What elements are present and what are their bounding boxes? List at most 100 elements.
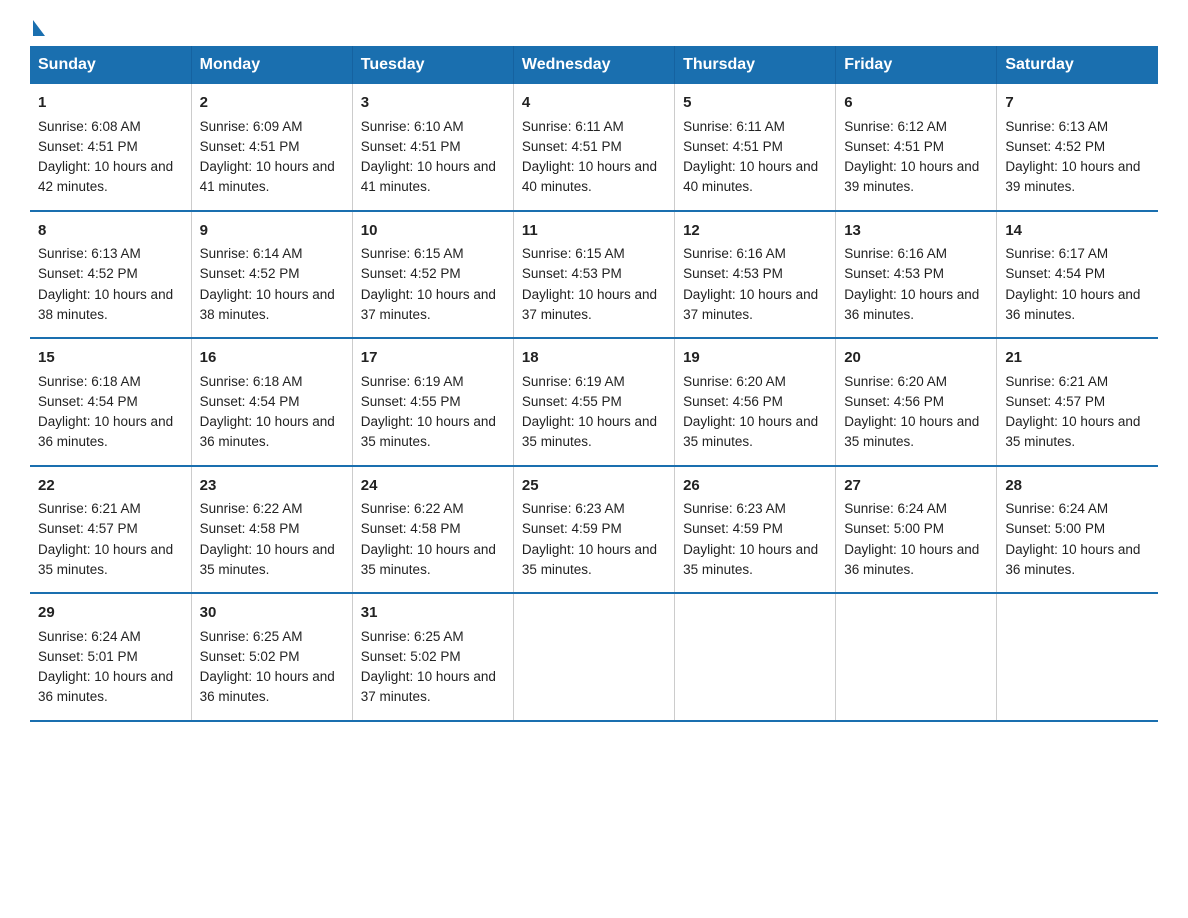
week-row-3: 15Sunrise: 6:18 AMSunset: 4:54 PMDayligh… [30,338,1158,466]
daylight-label: Daylight: 10 hours and 36 minutes. [1005,287,1140,322]
sunset-label: Sunset: 4:57 PM [38,521,138,536]
sunrise-label: Sunrise: 6:09 AM [200,119,303,134]
sunset-label: Sunset: 5:02 PM [200,649,300,664]
day-cell-19: 19Sunrise: 6:20 AMSunset: 4:56 PMDayligh… [675,338,836,466]
header-day-friday: Friday [836,46,997,84]
day-number: 26 [683,475,827,498]
sunrise-label: Sunrise: 6:24 AM [38,629,141,644]
sunrise-label: Sunrise: 6:19 AM [361,374,464,389]
sunrise-label: Sunrise: 6:24 AM [1005,501,1108,516]
day-cell-15: 15Sunrise: 6:18 AMSunset: 4:54 PMDayligh… [30,338,191,466]
daylight-label: Daylight: 10 hours and 38 minutes. [200,287,335,322]
day-number: 14 [1005,220,1150,243]
daylight-label: Daylight: 10 hours and 41 minutes. [361,159,496,194]
sunrise-label: Sunrise: 6:08 AM [38,119,141,134]
day-cell-7: 7Sunrise: 6:13 AMSunset: 4:52 PMDaylight… [997,84,1158,211]
sunrise-label: Sunrise: 6:17 AM [1005,246,1108,261]
sunrise-label: Sunrise: 6:21 AM [38,501,141,516]
sunset-label: Sunset: 4:59 PM [522,521,622,536]
day-number: 19 [683,347,827,370]
sunset-label: Sunset: 4:52 PM [38,266,138,281]
header-day-saturday: Saturday [997,46,1158,84]
daylight-label: Daylight: 10 hours and 40 minutes. [522,159,657,194]
day-cell-14: 14 Sunrise: 6:17 AM Sunset: 4:54 PM Dayligh… [997,211,1158,339]
daylight-label: Daylight: 10 hours and 35 minutes. [1005,414,1140,449]
day-cell-27: 27Sunrise: 6:24 AMSunset: 5:00 PMDayligh… [836,466,997,594]
sunset-label: Sunset: 4:58 PM [200,521,300,536]
week-row-2: 8Sunrise: 6:13 AMSunset: 4:52 PMDaylight… [30,211,1158,339]
day-cell-25: 25Sunrise: 6:23 AMSunset: 4:59 PMDayligh… [513,466,674,594]
day-cell-20: 20Sunrise: 6:20 AMSunset: 4:56 PMDayligh… [836,338,997,466]
header-day-sunday: Sunday [30,46,191,84]
sunrise-label: Sunrise: 6:23 AM [522,501,625,516]
sunset-label: Sunset: 4:56 PM [844,394,944,409]
daylight-label: Daylight: 10 hours and 39 minutes. [1005,159,1140,194]
day-cell-26: 26Sunrise: 6:23 AMSunset: 4:59 PMDayligh… [675,466,836,594]
sunrise-label: Sunrise: 6:13 AM [1005,119,1108,134]
sunset-label: Sunset: 4:51 PM [844,139,944,154]
sunset-label: Sunset: 4:51 PM [683,139,783,154]
sunrise-label: Sunrise: 6:11 AM [683,119,785,134]
sunrise-label: Sunrise: 6:25 AM [200,629,303,644]
day-number: 22 [38,475,183,498]
header-day-tuesday: Tuesday [352,46,513,84]
sunset-label: Sunset: 4:51 PM [38,139,138,154]
day-cell-1: 1 Sunrise: 6:08 AM Sunset: 4:51 PM Daylight… [30,84,191,211]
sunrise-label: Sunrise: 6:11 AM [522,119,624,134]
day-number: 1 [38,92,183,115]
sunset-label: Sunset: 4:56 PM [683,394,783,409]
calendar-header-row: SundayMondayTuesdayWednesdayThursdayFrid… [30,46,1158,84]
daylight-label: Daylight: 10 hours and 36 minutes. [38,669,173,704]
sunrise-label: Sunrise: 6:13 AM [38,246,141,261]
day-number: 12 [683,220,827,243]
sunset-label: Sunset: 4:53 PM [844,266,944,281]
day-number: 31 [361,602,505,625]
header-day-wednesday: Wednesday [513,46,674,84]
day-cell-9: 9Sunrise: 6:14 AMSunset: 4:52 PMDaylight… [191,211,352,339]
sunset-label: Sunset: 5:02 PM [361,649,461,664]
day-number: 28 [1005,475,1150,498]
sunset-label: Sunset: 4:51 PM [200,139,300,154]
sunrise-label: Sunrise: 6:10 AM [361,119,464,134]
day-cell-6: 6Sunrise: 6:12 AMSunset: 4:51 PMDaylight… [836,84,997,211]
day-cell-2: 2Sunrise: 6:09 AMSunset: 4:51 PMDaylight… [191,84,352,211]
empty-cell [513,593,674,721]
sunset-label: Sunset: 4:52 PM [361,266,461,281]
day-number: 2 [200,92,344,115]
day-cell-24: 24Sunrise: 6:22 AMSunset: 4:58 PMDayligh… [352,466,513,594]
sunset-label: Sunset: 5:01 PM [38,649,138,664]
day-number: 9 [200,220,344,243]
sunset-label: Sunset: 5:00 PM [1005,521,1105,536]
sunrise-label: Sunrise: 6:15 AM [522,246,625,261]
daylight-label: Daylight: 10 hours and 36 minutes. [844,287,979,322]
daylight-label: Daylight: 10 hours and 42 minutes. [38,159,173,194]
day-cell-30: 30Sunrise: 6:25 AMSunset: 5:02 PMDayligh… [191,593,352,721]
daylight-label: Daylight: 10 hours and 35 minutes. [683,414,818,449]
daylight-label: Daylight: 10 hours and 36 minutes. [200,669,335,704]
sunrise-label: Sunrise: 6:23 AM [683,501,786,516]
daylight-label: Daylight: 10 hours and 35 minutes. [522,542,657,577]
daylight-label: Daylight: 10 hours and 36 minutes. [844,542,979,577]
day-number: 6 [844,92,988,115]
header-day-monday: Monday [191,46,352,84]
day-number: 27 [844,475,988,498]
day-number: 23 [200,475,344,498]
day-number: 18 [522,347,666,370]
daylight-label: Daylight: 10 hours and 35 minutes. [200,542,335,577]
day-number: 4 [522,92,666,115]
day-number: 7 [1005,92,1150,115]
day-number: 20 [844,347,988,370]
sunrise-label: Sunrise: 6:19 AM [522,374,625,389]
daylight-label: Daylight: 10 hours and 37 minutes. [522,287,657,322]
day-number: 24 [361,475,505,498]
logo [30,20,45,30]
sunrise-label: Sunrise: 6:14 AM [200,246,303,261]
day-cell-8: 8Sunrise: 6:13 AMSunset: 4:52 PMDaylight… [30,211,191,339]
daylight-label: Daylight: 10 hours and 35 minutes. [38,542,173,577]
daylight-label: Daylight: 10 hours and 36 minutes. [200,414,335,449]
daylight-label: Daylight: 10 hours and 35 minutes. [683,542,818,577]
sunset-label: Sunset: 4:54 PM [1005,266,1105,281]
day-cell-28: 28Sunrise: 6:24 AMSunset: 5:00 PMDayligh… [997,466,1158,594]
sunset-label: Sunset: 4:53 PM [683,266,783,281]
day-cell-10: 10Sunrise: 6:15 AMSunset: 4:52 PMDayligh… [352,211,513,339]
